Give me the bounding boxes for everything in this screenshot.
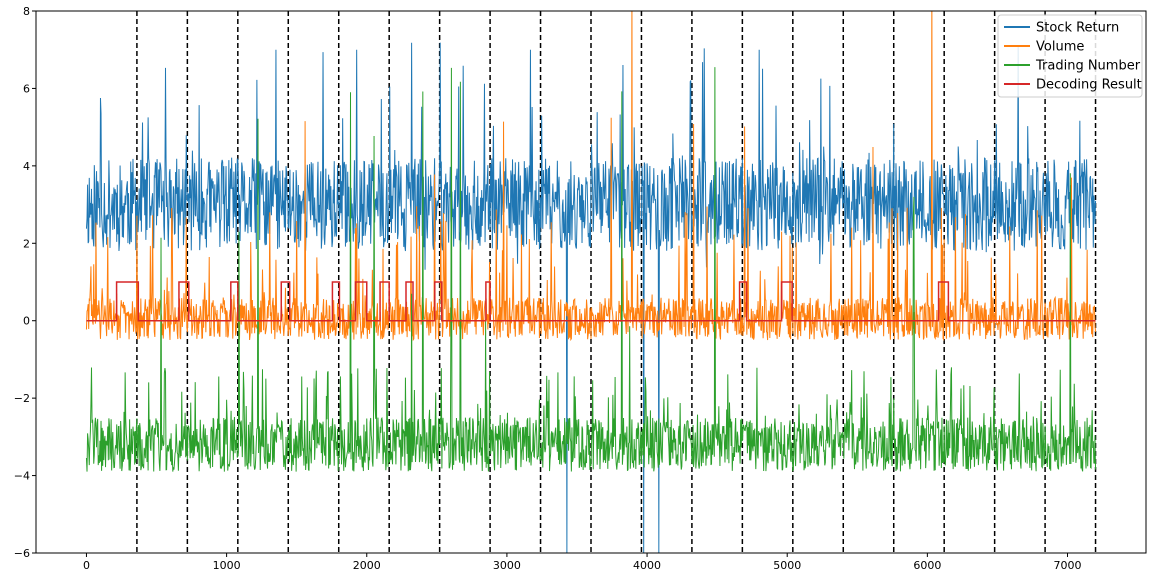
x-tick-label: 0 xyxy=(83,559,90,572)
legend-label-decoding-result: Decoding Result xyxy=(1036,78,1142,93)
legend-label-trading-number: Trading Number xyxy=(1035,59,1141,74)
y-tick-label: −6 xyxy=(14,547,30,560)
y-tick-label: −2 xyxy=(14,392,30,405)
x-tick-label: 2000 xyxy=(353,559,381,572)
x-tick-label: 7000 xyxy=(1054,559,1082,572)
y-tick-label: −4 xyxy=(14,470,30,483)
x-tick-label: 6000 xyxy=(913,559,941,572)
y-tick-label: 2 xyxy=(23,237,30,250)
legend-label-stock-return: Stock Return xyxy=(1036,21,1119,36)
x-tick-label: 3000 xyxy=(493,559,521,572)
legend: Stock Return Volume Trading Number Decod… xyxy=(997,14,1143,98)
x-tick-label: 4000 xyxy=(633,559,661,572)
y-tick-label: 8 xyxy=(23,5,30,18)
x-tick-label: 5000 xyxy=(773,559,801,572)
x-tick-label: 1000 xyxy=(213,559,241,572)
chart-canvas: 0 1000 2000 3000 4000 5000 6000 7000 −6 −4 −2 0 2 4 6… xyxy=(0,0,1152,578)
y-tick-label: 4 xyxy=(23,160,30,173)
y-tick-label: 0 xyxy=(23,315,30,328)
y-tick-label: 6 xyxy=(23,82,30,95)
legend-label-volume: Volume xyxy=(1036,40,1084,55)
